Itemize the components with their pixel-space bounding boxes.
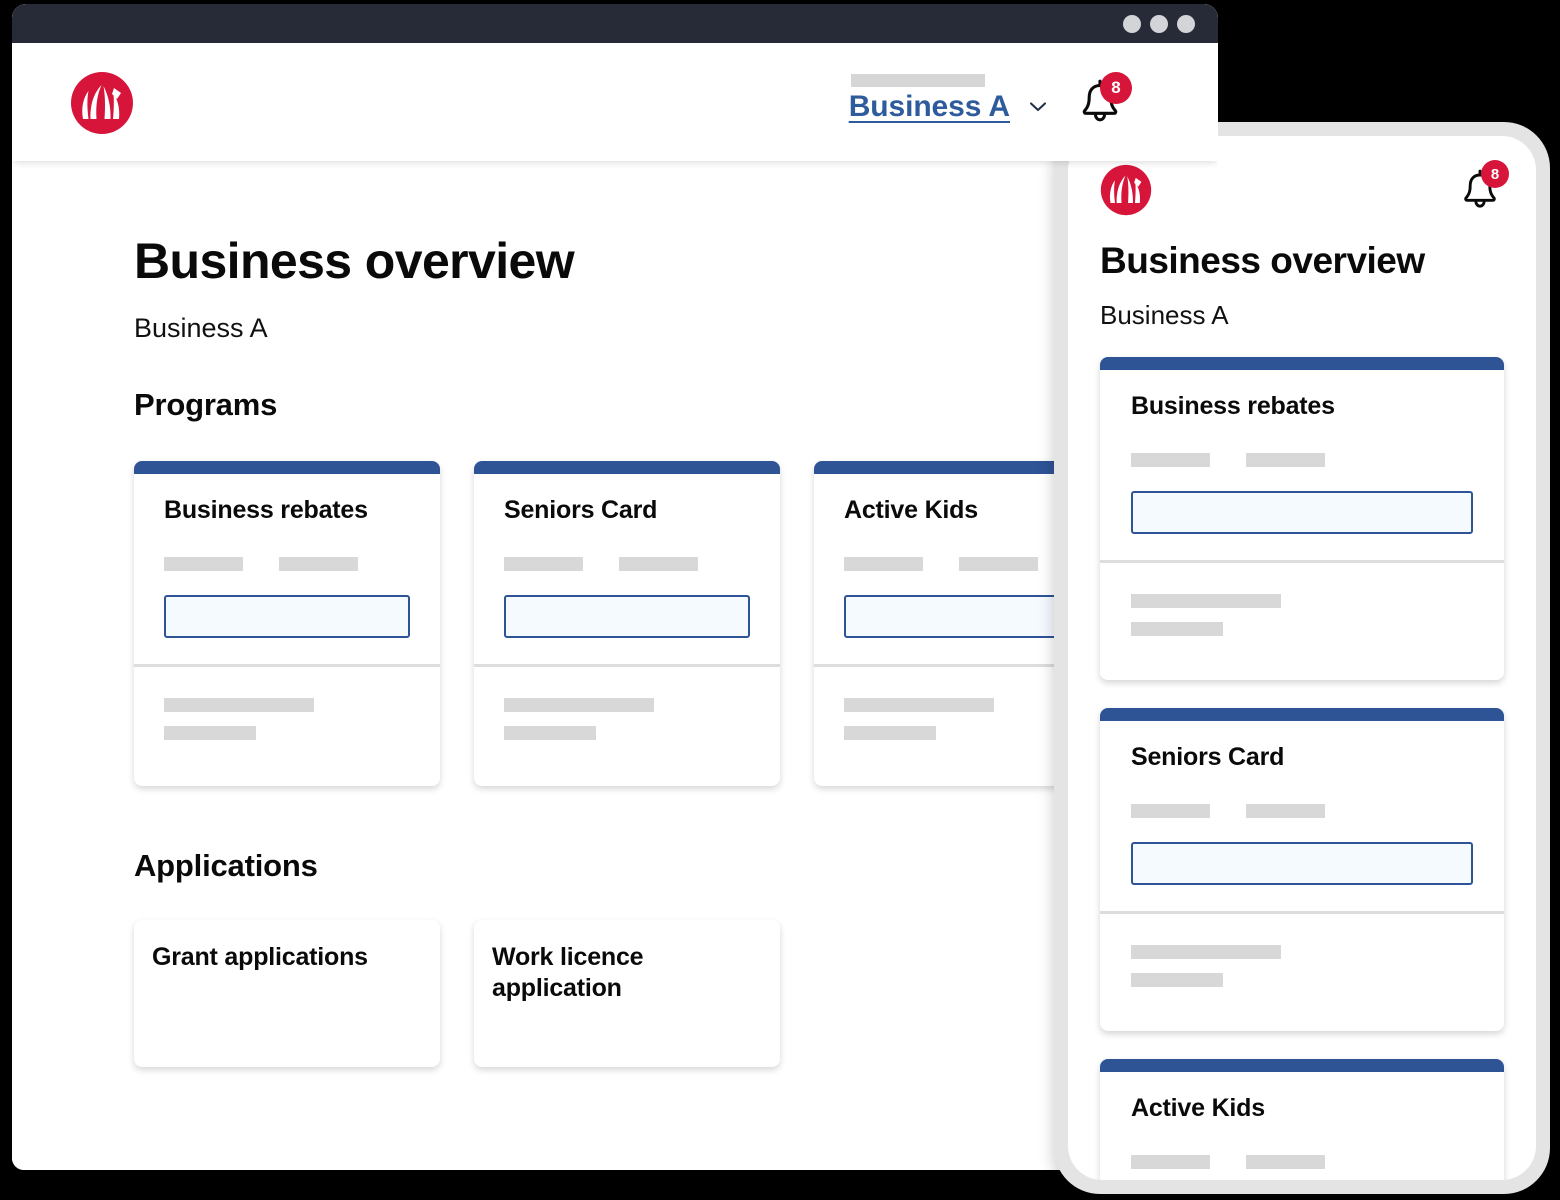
nsw-logo-icon[interactable] [1100,164,1152,216]
card-meta-skeletons [1131,804,1473,819]
card-input-field[interactable] [504,594,750,638]
card-accent-bar [1100,357,1504,371]
nsw-logo-icon[interactable] [70,71,134,135]
skeleton-bar [1131,1155,1210,1170]
main-content: Business overview Business A Programs Bu… [12,161,1218,1067]
skeleton-bar [844,697,994,712]
card-accent-bar [474,461,780,475]
card-upper: Active Kids [1100,1072,1504,1180]
application-card[interactable]: Work licence application [474,919,780,1067]
page-subtitle: Business A [1100,299,1229,330]
browser-titlebar [12,4,1218,43]
skeleton-bar [1246,453,1325,468]
account-label-skeleton [850,74,985,87]
card-meta-skeletons [504,556,750,571]
program-card-title: Seniors Card [504,496,658,525]
program-card-title: Active Kids [1131,1094,1265,1123]
browser-window: Business A 8 Business overview Business … [12,4,1218,1170]
program-card-title: Business rebates [1131,392,1335,421]
skeleton-bar [279,556,358,571]
skeleton-bar [1131,804,1210,819]
card-lower [1100,563,1504,680]
phone-mockup: 8 Business overview Business A Business … [1054,122,1550,1194]
window-controls[interactable] [1123,4,1195,43]
skeleton-bar [164,697,314,712]
skeleton-bar [504,697,654,712]
skeleton-bar [959,556,1038,571]
skeleton-bar [619,556,698,571]
skeleton-bar [1131,594,1281,609]
skeleton-bar [1131,622,1223,637]
program-card[interactable]: Business rebates [134,461,440,786]
application-card-title: Grant applications [152,942,368,971]
card-meta-skeletons [1131,1155,1473,1170]
skeleton-bar [1246,804,1325,819]
card-meta-skeletons [164,556,410,571]
card-input-field[interactable] [1131,842,1473,886]
card-lower [1100,914,1504,1031]
window-control-dot[interactable] [1150,14,1168,33]
card-lower [134,667,440,786]
account-name-link[interactable]: Business A [849,92,1010,122]
window-control-dot[interactable] [1177,14,1195,33]
card-upper: Seniors Card [1100,721,1504,911]
card-accent-bar [134,461,440,475]
card-upper: Business rebates [134,474,440,664]
skeleton-bar [1131,945,1281,960]
phone-card-list: Business rebates Seniors Card Active Kid… [1100,357,1504,1180]
phone-header: 8 [1100,160,1509,224]
skeleton-bar [1131,973,1223,988]
card-meta-skeletons [1131,453,1473,468]
notification-badge: 8 [1100,72,1132,104]
window-control-dot[interactable] [1123,14,1141,33]
program-card-title: Seniors Card [1131,743,1285,772]
application-card-title: Work licence application [492,942,644,1003]
program-card[interactable]: Active Kids [1100,1059,1504,1180]
card-upper: Seniors Card [474,474,780,664]
card-accent-bar [1100,1059,1504,1073]
page-title: Business overview [1100,240,1425,281]
card-upper: Business rebates [1100,370,1504,560]
screenshot-stage: Business A 8 Business overview Business … [0,0,1560,1200]
skeleton-bar [844,725,936,740]
phone-screen: 8 Business overview Business A Business … [1068,136,1536,1180]
notifications-button[interactable]: 8 [1460,160,1509,212]
skeleton-bar [504,725,596,740]
card-accent-bar [1100,708,1504,722]
skeleton-bar [164,556,243,571]
program-card[interactable]: Business rebates [1100,357,1504,681]
skeleton-bar [1131,453,1210,468]
program-card-title: Business rebates [164,496,368,525]
header-actions: Business A 8 [849,43,1132,161]
site-header: Business A 8 [12,43,1218,161]
program-card[interactable]: Seniors Card [1100,708,1504,1032]
notification-badge: 8 [1481,160,1509,188]
card-input-field[interactable] [164,594,410,638]
card-input-field[interactable] [1131,491,1473,535]
browser-viewport: Business A 8 Business overview Business … [12,43,1218,1170]
account-switcher[interactable]: Business A [849,74,1048,122]
program-card[interactable]: Seniors Card [474,461,780,786]
notifications-button[interactable]: 8 [1078,72,1132,126]
chevron-down-icon[interactable] [1028,97,1048,117]
card-lower [474,667,780,786]
skeleton-bar [844,556,923,571]
skeleton-bar [164,725,256,740]
application-card[interactable]: Grant applications [134,919,440,1067]
skeleton-bar [504,556,583,571]
skeleton-bar [1246,1155,1325,1170]
